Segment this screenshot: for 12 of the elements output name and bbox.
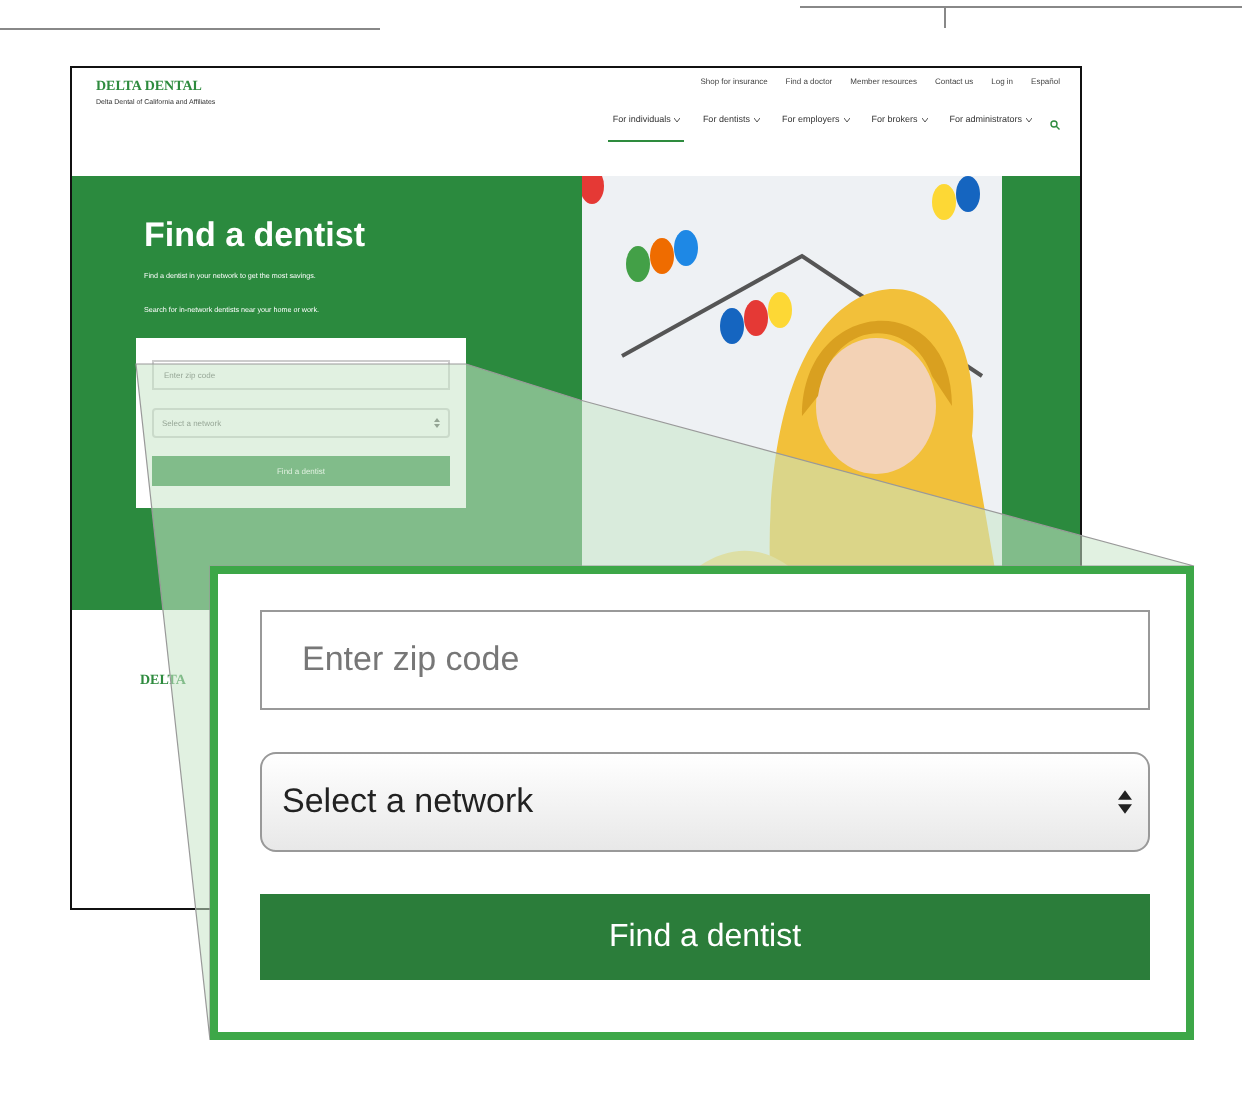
caret-icon xyxy=(753,118,760,123)
caret-icon xyxy=(1026,118,1032,123)
caret-icon xyxy=(674,118,681,123)
search-icon[interactable] xyxy=(1050,120,1060,131)
find-button[interactable]: Find a dentist xyxy=(260,894,1150,980)
hero-title: Find a dentist xyxy=(144,216,367,257)
select-arrows-icon xyxy=(1118,790,1132,814)
caret-icon xyxy=(921,118,928,123)
caret-icon xyxy=(843,118,850,123)
select-arrows-icon xyxy=(434,418,440,429)
zip-field[interactable]: Enter zip code xyxy=(260,610,1150,710)
network-select[interactable]: Select a network xyxy=(260,752,1150,852)
